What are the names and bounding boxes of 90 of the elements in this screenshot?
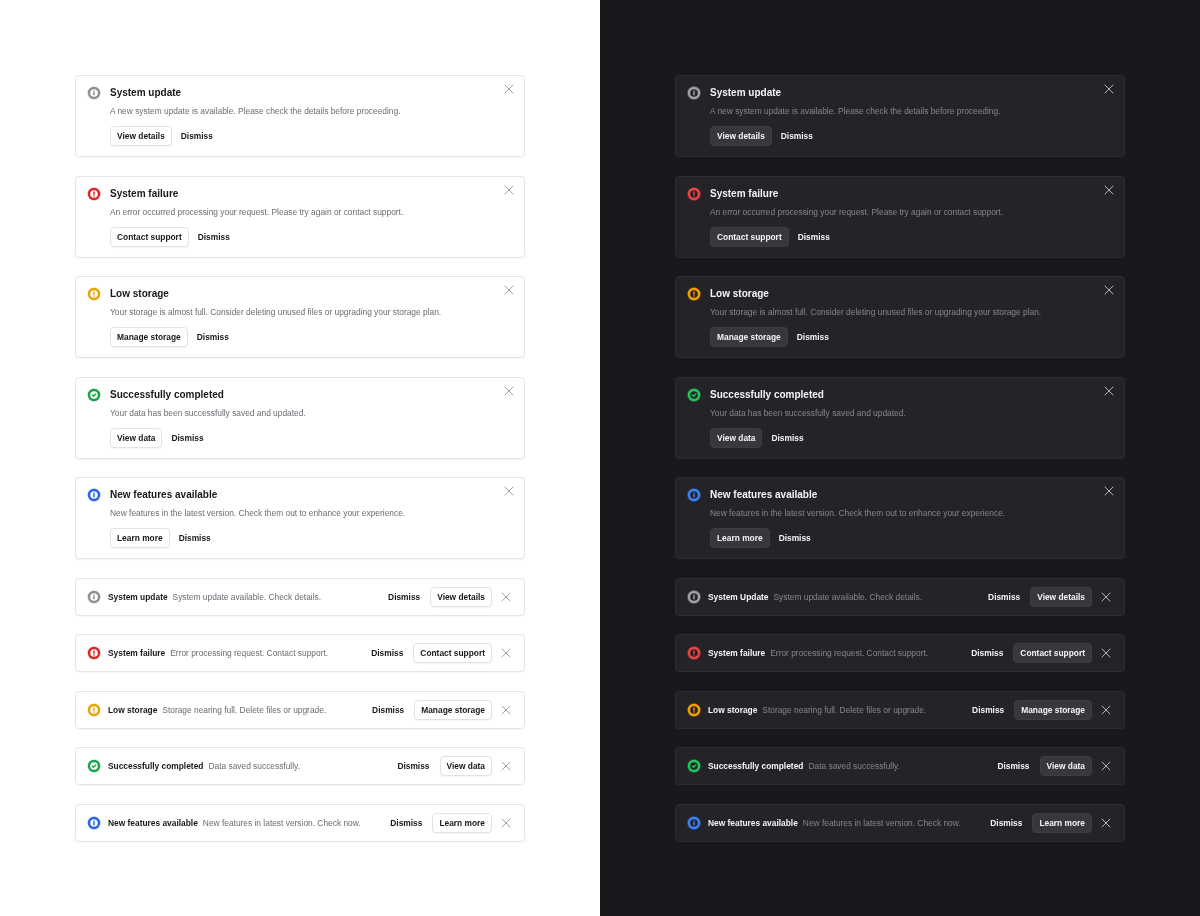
alert-title: Low storage bbox=[708, 704, 758, 715]
dismiss-button[interactable]: Dismiss bbox=[371, 643, 404, 663]
action-button[interactable]: View data bbox=[110, 427, 163, 448]
alert-title: System update bbox=[108, 591, 168, 602]
alert-title: System failure bbox=[110, 186, 180, 201]
alert-message: Data saved successfully. bbox=[808, 761, 900, 771]
action-button[interactable]: View details bbox=[1030, 586, 1092, 607]
alert-message: Your data has been successfully saved and updated. bbox=[710, 406, 907, 419]
alert-message: New features in the latest version. Check them out to enhance your experience. bbox=[710, 507, 1007, 519]
dismiss-button[interactable]: Dismiss bbox=[972, 699, 1005, 720]
alert-title: New features available bbox=[110, 488, 219, 502]
dismiss-button[interactable]: Dismiss bbox=[797, 226, 830, 247]
action-button[interactable]: Learn more bbox=[432, 812, 492, 833]
close-icon[interactable] bbox=[1104, 486, 1114, 496]
alert-message: Error processing request. Contact support. bbox=[170, 648, 329, 658]
action-button[interactable]: Learn more bbox=[710, 528, 770, 548]
action-button[interactable]: Contact support bbox=[1013, 643, 1092, 663]
alert-message: New features in latest version. Check now. bbox=[202, 817, 361, 828]
dismiss-button[interactable]: Dismiss bbox=[988, 586, 1021, 607]
alert-title: Low storage bbox=[110, 287, 170, 301]
close-icon[interactable] bbox=[1101, 817, 1111, 828]
action-button[interactable]: Contact support bbox=[110, 226, 189, 247]
close-icon[interactable] bbox=[1101, 761, 1111, 771]
alert-message: An error occurred processing your request. Please try again or contact support. bbox=[710, 205, 1005, 218]
dismiss-button[interactable]: Dismiss bbox=[372, 699, 405, 720]
alert-message: Storage nearing full. Delete files or upgrade. bbox=[762, 704, 927, 715]
alert-title: New features available bbox=[108, 817, 198, 828]
alert-title: System update bbox=[110, 86, 183, 100]
action-button[interactable]: View details bbox=[710, 126, 772, 146]
alert-message: A new system update is available. Please check the details before proceeding. bbox=[110, 105, 402, 117]
dismiss-button[interactable]: Dismiss bbox=[780, 126, 813, 146]
close-icon[interactable] bbox=[1101, 648, 1111, 658]
alert-message: A new system update is available. Please check the details before proceeding. bbox=[710, 105, 1002, 117]
action-button[interactable]: Learn more bbox=[110, 528, 170, 548]
dismiss-button[interactable]: Dismiss bbox=[990, 812, 1023, 833]
action-button[interactable]: View details bbox=[110, 126, 172, 146]
action-button[interactable]: Learn more bbox=[1032, 812, 1092, 833]
dismiss-button[interactable]: Dismiss bbox=[997, 756, 1030, 776]
alert-message: New features in latest version. Check now. bbox=[802, 817, 961, 828]
dismiss-button[interactable]: Dismiss bbox=[196, 327, 229, 347]
action-button[interactable]: View data bbox=[710, 427, 763, 448]
action-button[interactable]: Manage storage bbox=[1014, 699, 1092, 720]
alert-title: New features available bbox=[710, 488, 819, 502]
close-icon[interactable] bbox=[1104, 285, 1114, 295]
dismiss-button[interactable]: Dismiss bbox=[388, 586, 421, 607]
dismiss-button[interactable]: Dismiss bbox=[171, 427, 204, 448]
alert-title: Successfully completed bbox=[708, 761, 804, 771]
close-icon[interactable] bbox=[1104, 184, 1114, 195]
close-icon[interactable] bbox=[1104, 385, 1114, 396]
action-button[interactable]: Manage storage bbox=[710, 327, 788, 347]
alert-title: Low storage bbox=[108, 704, 158, 715]
dismiss-button[interactable]: Dismiss bbox=[778, 528, 811, 548]
alert-title: System failure bbox=[710, 186, 780, 201]
alert-message: New features in the latest version. Check them out to enhance your experience. bbox=[110, 507, 407, 519]
dismiss-button[interactable]: Dismiss bbox=[390, 812, 423, 833]
alert-message: System update available. Check details. bbox=[172, 591, 322, 602]
alert-title: System update bbox=[710, 86, 783, 100]
alert-message: Your data has been successfully saved and updated. bbox=[110, 406, 307, 419]
close-icon[interactable] bbox=[1101, 591, 1111, 602]
dismiss-button[interactable]: Dismiss bbox=[197, 226, 230, 247]
dismiss-button[interactable]: Dismiss bbox=[771, 427, 804, 448]
action-button[interactable]: Contact support bbox=[710, 226, 789, 247]
alert-title: System failure bbox=[108, 648, 166, 658]
dismiss-button[interactable]: Dismiss bbox=[971, 643, 1004, 663]
alert-message: Your storage is almost full. Consider deleting unused files or upgrading your storage plan. bbox=[110, 306, 443, 318]
alert-message: Storage nearing full. Delete files or upgrade. bbox=[162, 704, 327, 715]
alert-title: New features available bbox=[708, 817, 798, 828]
alert-message: Data saved successfully. bbox=[208, 761, 300, 771]
alert-title: System failure bbox=[708, 648, 766, 658]
action-button[interactable]: View data bbox=[439, 756, 492, 776]
alert-title: Successfully completed bbox=[108, 761, 204, 771]
dismiss-button[interactable]: Dismiss bbox=[796, 327, 829, 347]
dismiss-button[interactable]: Dismiss bbox=[180, 126, 213, 146]
dismiss-button[interactable]: Dismiss bbox=[178, 528, 211, 548]
action-button[interactable]: Manage storage bbox=[110, 327, 188, 347]
action-button[interactable]: View details bbox=[430, 586, 492, 607]
alert-message: Your storage is almost full. Consider deleting unused files or upgrading your storage plan. bbox=[710, 306, 1043, 318]
action-button[interactable]: Manage storage bbox=[414, 699, 492, 720]
close-icon[interactable] bbox=[1104, 84, 1114, 94]
dismiss-button[interactable]: Dismiss bbox=[397, 756, 430, 776]
alert-title: System Update bbox=[708, 591, 769, 602]
close-icon[interactable] bbox=[1101, 704, 1111, 715]
action-button[interactable]: View data bbox=[1039, 756, 1092, 776]
alert-message: System update available. Check details. bbox=[773, 591, 923, 602]
alert-message: An error occurred processing your request. Please try again or contact support. bbox=[110, 205, 405, 218]
alert-title: Successfully completed bbox=[110, 387, 225, 402]
action-button[interactable]: Contact support bbox=[413, 643, 492, 663]
alert-title: Low storage bbox=[710, 287, 770, 301]
alert-title: Successfully completed bbox=[710, 387, 825, 402]
alert-message: Error processing request. Contact support. bbox=[770, 648, 929, 658]
